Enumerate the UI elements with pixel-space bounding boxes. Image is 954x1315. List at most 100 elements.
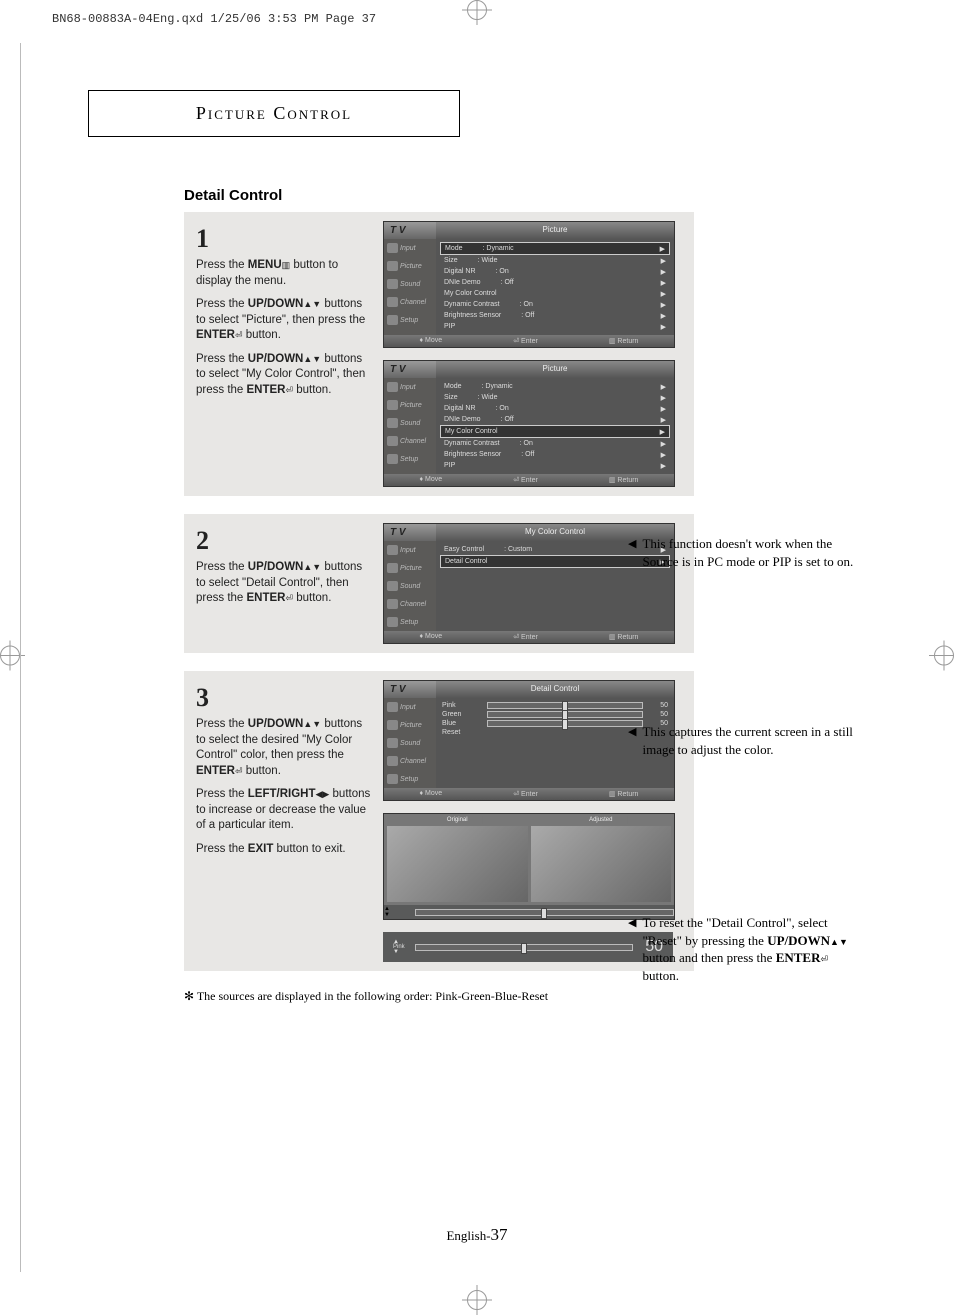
osd-footer: ♦ Move ⏎ Enter ▥ Return bbox=[384, 631, 674, 643]
tab-icon bbox=[387, 315, 398, 325]
osd-main: Mode : Dynamic ▶ Size : Wide ▶ Digital N… bbox=[436, 239, 674, 335]
osd-sidebar: InputPictureSoundChannelSetup bbox=[384, 541, 436, 631]
osd-side-tab: Channel bbox=[384, 752, 436, 770]
osd-footer-return: ▥ Return bbox=[609, 476, 639, 484]
osd-row-value: : Off bbox=[481, 416, 661, 424]
step-number: 1 bbox=[196, 221, 371, 256]
triangle-icon: ◀ bbox=[628, 725, 636, 758]
osd-row-value: : Dynamic bbox=[462, 383, 661, 391]
osd-footer-enter: ⏎ Enter bbox=[513, 476, 538, 484]
osd-title: Picture bbox=[436, 222, 674, 239]
osd-row-arrow-icon: ▶ bbox=[661, 290, 666, 298]
osd-side-tab: Input bbox=[384, 541, 436, 559]
osd-row: PIP ▶ bbox=[440, 460, 670, 471]
osd-row-label: Size bbox=[444, 257, 458, 265]
photo-original: Original bbox=[387, 826, 528, 902]
tab-icon bbox=[387, 297, 398, 307]
osd-row-label: Digital NR bbox=[444, 405, 476, 413]
chapter-title-box: Picture Control bbox=[88, 90, 460, 137]
osd-side-tab: Sound bbox=[384, 414, 436, 432]
osd-slider-label: Reset bbox=[442, 729, 482, 736]
step-paragraph: Press the EXIT button to exit. bbox=[196, 842, 371, 858]
osd-row-label: DNIe Demo bbox=[444, 416, 481, 424]
osd-row-arrow-icon: ▶ bbox=[661, 301, 666, 309]
side-note: ◀ To reset the "Detail Control", select … bbox=[628, 914, 858, 984]
osd-row: Mode : Dynamic ▶ bbox=[440, 381, 670, 392]
slider-thumb bbox=[521, 943, 527, 954]
osd-footer-return: ▥ Return bbox=[609, 790, 639, 798]
section-title: Detail Control bbox=[184, 187, 868, 204]
osd-side-tab: Picture bbox=[384, 396, 436, 414]
tab-icon bbox=[387, 454, 398, 464]
osd-screenshot: T V Picture InputPictureSoundChannelSetu… bbox=[383, 360, 675, 487]
osd-row-value: : On bbox=[500, 301, 661, 309]
osd-row-label: Size bbox=[444, 394, 458, 402]
osd-sidebar: InputPictureSoundChannelSetup bbox=[384, 239, 436, 335]
osd-slider-row: Pink 50 bbox=[440, 701, 670, 710]
tab-icon bbox=[387, 400, 398, 410]
slider-thumb bbox=[562, 719, 568, 730]
osd-row-label: Digital NR bbox=[444, 268, 476, 276]
osd-row: Digital NR : On ▶ bbox=[440, 266, 670, 277]
step-block-1: 1 Press the MENU▥ button to display the … bbox=[184, 212, 694, 496]
osd-footer-move: ♦ Move bbox=[420, 476, 443, 484]
photo-adjusted: Adjusted bbox=[531, 826, 672, 902]
step-paragraph: Press the UP/DOWN▲▼ buttons to select "P… bbox=[196, 297, 371, 344]
photo-original-label: Original bbox=[432, 816, 483, 824]
osd-row-value: : Off bbox=[501, 451, 660, 459]
osd-footer: ♦ Move ⏎ Enter ▥ Return bbox=[384, 474, 674, 486]
step-text: 2 Press the UP/DOWN▲▼ buttons to select … bbox=[196, 523, 371, 644]
osd-side-tab: Channel bbox=[384, 595, 436, 613]
tab-icon bbox=[387, 738, 398, 748]
osd-side-tab: Input bbox=[384, 698, 436, 716]
osd-row-value: : Wide bbox=[458, 394, 661, 402]
step-paragraph: Press the MENU▥ button to display the me… bbox=[196, 258, 371, 289]
step-paragraph: Press the UP/DOWN▲▼ buttons to select th… bbox=[196, 717, 371, 779]
osd-slider-value: 50 bbox=[648, 711, 668, 718]
osd-row-label: PIP bbox=[444, 323, 455, 331]
step-paragraph: Press the LEFT/RIGHT◀▶ buttons to increa… bbox=[196, 787, 371, 834]
osd-tv-label: T V bbox=[384, 361, 436, 378]
osd-row: Digital NR : On ▶ bbox=[440, 403, 670, 414]
osd-side-tab: Setup bbox=[384, 613, 436, 631]
trim-line bbox=[20, 43, 21, 1272]
step-text: 1 Press the MENU▥ button to display the … bbox=[196, 221, 371, 487]
osd-tv-label: T V bbox=[384, 222, 436, 239]
crop-mark-top bbox=[467, 0, 487, 25]
osd-row-arrow-icon: ▶ bbox=[661, 312, 666, 320]
osd-sidebar: InputPictureSoundChannelSetup bbox=[384, 698, 436, 788]
osd-row-label: PIP bbox=[444, 462, 455, 470]
slider-bar bbox=[487, 702, 643, 709]
osd-side-tab: Sound bbox=[384, 275, 436, 293]
step-number: 3 bbox=[196, 680, 371, 715]
osd-row-value: : Wide bbox=[458, 257, 661, 265]
tab-icon bbox=[387, 436, 398, 446]
updown-icon: ▲▼ bbox=[384, 907, 390, 916]
osd-row-value: : Off bbox=[481, 279, 661, 287]
osd-row-label: Mode bbox=[445, 245, 463, 253]
osd-row-label: My Color Control bbox=[445, 428, 498, 436]
osd-row-arrow-icon: ▶ bbox=[661, 462, 666, 470]
tab-icon bbox=[387, 617, 398, 627]
tab-icon bbox=[387, 774, 398, 784]
step-block-3: 3 Press the UP/DOWN▲▼ buttons to select … bbox=[184, 671, 694, 971]
osd-main: Mode : Dynamic ▶ Size : Wide ▶ Digital N… bbox=[436, 378, 674, 474]
osd-footer-enter: ⏎ Enter bbox=[513, 790, 538, 798]
osd-footer-enter: ⏎ Enter bbox=[513, 633, 538, 641]
osd-row: Brightness Sensor : Off ▶ bbox=[440, 310, 670, 321]
page: BN68-00883A-04Eng.qxd 1/25/06 3:53 PM Pa… bbox=[0, 0, 954, 1315]
osd-side-tab: Input bbox=[384, 239, 436, 257]
osd-row: Brightness Sensor : Off ▶ bbox=[440, 449, 670, 460]
crop-mark-right bbox=[934, 645, 954, 670]
tab-icon bbox=[387, 243, 398, 253]
crop-mark-bottom bbox=[467, 1290, 487, 1315]
osd-tv-label: T V bbox=[384, 681, 436, 698]
osd-footer-return: ▥ Return bbox=[609, 633, 639, 641]
osd-footer-move: ♦ Move bbox=[420, 790, 443, 798]
slider-bar bbox=[487, 711, 643, 718]
osd-slider-label: Green bbox=[442, 711, 482, 718]
tab-icon bbox=[387, 279, 398, 289]
osd-slider-value: 50 bbox=[648, 702, 668, 709]
osd-screenshot: T V Picture InputPictureSoundChannelSetu… bbox=[383, 221, 675, 348]
print-header-slug: BN68-00883A-04Eng.qxd 1/25/06 3:53 PM Pa… bbox=[52, 12, 376, 26]
